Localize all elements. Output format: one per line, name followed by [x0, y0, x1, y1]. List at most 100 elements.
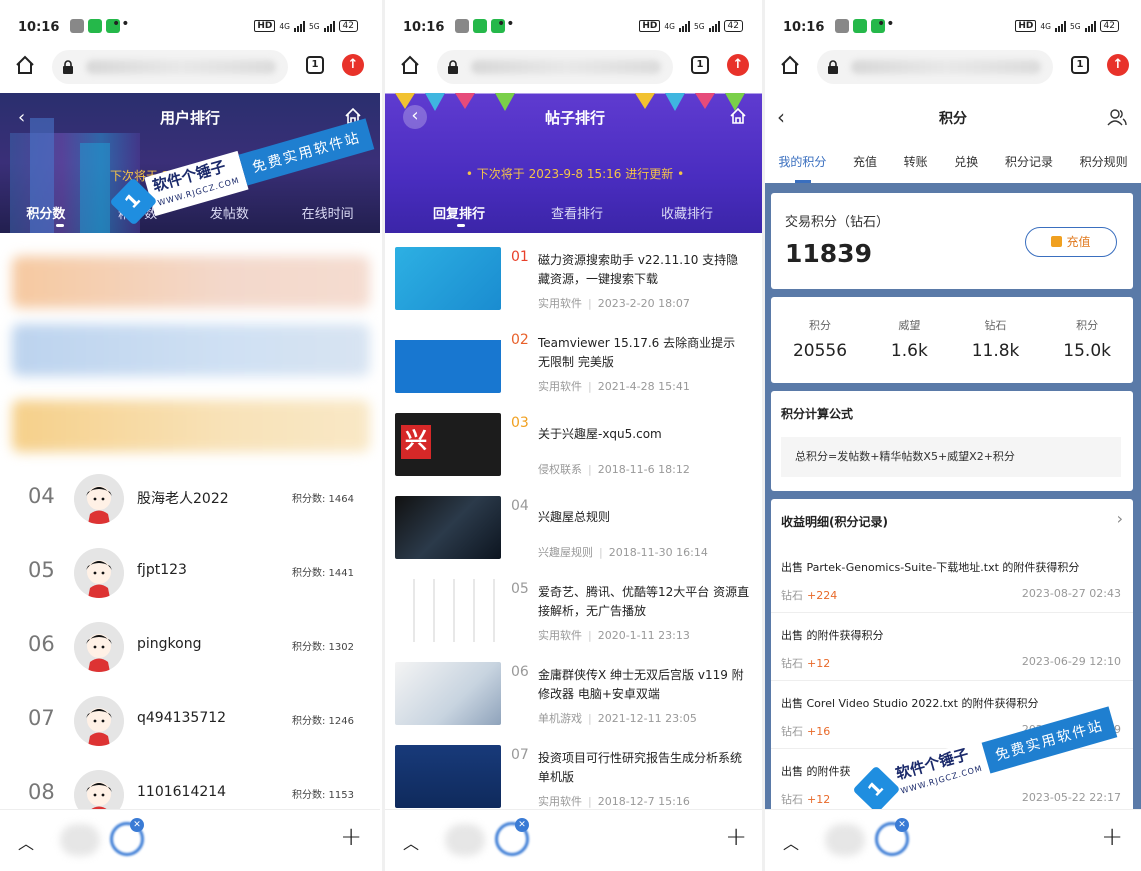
- tab-count-button[interactable]: 1: [691, 56, 709, 74]
- post-thumbnail: [395, 579, 501, 642]
- chevron-up-icon[interactable]: ︿: [783, 830, 799, 854]
- close-badge-icon[interactable]: ✕: [130, 818, 144, 832]
- income-row[interactable]: 出售 Partek-Genomics-Suite-下载地址.txt 的附件获得积…: [771, 545, 1133, 613]
- stat-label: 威望: [898, 319, 921, 332]
- income-delta: 钻石 +12: [781, 655, 830, 671]
- close-badge-icon[interactable]: ✕: [895, 818, 909, 832]
- post-category: 实用软件: [538, 297, 582, 310]
- address-bar[interactable]: [52, 50, 288, 84]
- blurred-icon: [60, 824, 100, 856]
- post-rank: 02: [511, 332, 529, 348]
- home-icon[interactable]: [779, 54, 801, 76]
- rank-number: 04: [28, 484, 55, 508]
- ranking-row[interactable]: 05 fjpt123 积分数: 1441: [0, 538, 380, 612]
- users-icon[interactable]: [1107, 107, 1127, 127]
- 4g-label: 4G: [664, 21, 675, 31]
- new-tab-icon[interactable]: +: [340, 822, 362, 852]
- post-row[interactable]: 05 爱奇艺、腾讯、优酷等12大平台 资源直接解析，无广告播放 实用软件 | 202…: [385, 579, 765, 662]
- post-meta: 实用软件 | 2020-1-11 23:13: [538, 629, 690, 642]
- user-name: 股海老人2022: [137, 491, 229, 507]
- ranking-row[interactable]: 07 q494135712 积分数: 1246: [0, 686, 380, 760]
- new-tab-icon[interactable]: +: [725, 822, 747, 852]
- post-rank: 03: [511, 415, 529, 431]
- screenshot-collage: 10:16 •• HD 4G 5G 42 1 ↑ ‹ 用户排行 下次将于 积分数…: [0, 0, 1141, 871]
- blurred-icon: [825, 824, 865, 856]
- post-row[interactable]: 04 兴趣屋总规则 兴趣屋规则 | 2018-11-30 16:14: [385, 496, 765, 579]
- chevron-up-icon[interactable]: ︿: [18, 830, 34, 854]
- blurred-url: [86, 60, 276, 74]
- update-icon[interactable]: ↑: [727, 54, 749, 76]
- battery-icon: 42: [338, 20, 358, 32]
- 4g-label: 4G: [1040, 21, 1051, 31]
- post-title: 关于兴趣屋-xqu5.com: [538, 427, 662, 441]
- tab-online-time[interactable]: 在线时间: [302, 203, 354, 222]
- stat-item: 积分 20556: [793, 317, 847, 361]
- close-badge-icon[interactable]: ✕: [515, 818, 529, 832]
- more-notifications: ••: [497, 16, 516, 32]
- post-date: 2021-4-28 15:41: [597, 380, 690, 393]
- chevron-right-icon[interactable]: ›: [1117, 509, 1123, 528]
- tab-count-button[interactable]: 1: [306, 56, 324, 74]
- post-row[interactable]: 06 金庸群侠传X 绅士无双后宫版 v119 附修改器 电脑+安卓双端 单机游戏…: [385, 662, 765, 745]
- recharge-button[interactable]: 充值: [1025, 227, 1117, 257]
- post-row[interactable]: 02 Teamviewer 15.17.6 去除商业提示 无限制 完美版 实用软…: [385, 330, 765, 413]
- income-row[interactable]: 出售 的附件获得积分 钻石 +12 2023-06-29 12:10: [771, 613, 1133, 681]
- tab-exchange[interactable]: 兑换: [954, 153, 978, 170]
- tab-favorites[interactable]: 收藏排行: [661, 203, 713, 222]
- points-tabs: 我的积分 充值 转账 兑换 积分记录 积分规则: [765, 153, 1141, 183]
- home-icon[interactable]: [14, 54, 36, 76]
- post-thumbnail: [395, 662, 501, 725]
- app-notification-icon: [455, 19, 469, 33]
- blurred-url: [851, 60, 1041, 74]
- post-meta: 实用软件 | 2021-4-28 15:41: [538, 380, 690, 393]
- signal-icon: [293, 20, 305, 32]
- post-date: 2018-12-7 15:16: [597, 795, 690, 808]
- tab-views[interactable]: 查看排行: [551, 203, 603, 222]
- tab-points[interactable]: 积分数: [26, 203, 65, 222]
- page-title: 积分: [939, 111, 967, 127]
- ranking-row[interactable]: 04 股海老人2022 积分数: 1464: [0, 464, 380, 538]
- points-stats: 积分 20556 威望 1.6k 钻石 11.8k 积分 15.0k: [771, 317, 1133, 361]
- home-icon[interactable]: [729, 107, 747, 125]
- address-bar[interactable]: [817, 50, 1053, 84]
- post-title: 金庸群侠传X 绅士无双后宫版 v119 附修改器 电脑+安卓双端: [538, 668, 744, 701]
- income-title: 出售 的附件获: [781, 765, 851, 778]
- post-row[interactable]: 兴 03 关于兴趣屋-xqu5.com 侵权联系 | 2018-11-6 18:12: [385, 413, 765, 496]
- stat-value: 11.8k: [971, 341, 1020, 361]
- tab-count-button[interactable]: 1: [1071, 56, 1089, 74]
- post-row[interactable]: 01 磁力资源搜索助手 v22.11.10 支持隐藏资源，一键搜索下载 实用软件…: [385, 247, 765, 330]
- wechat-icon: [473, 19, 487, 33]
- tab-points-log[interactable]: 积分记录: [1005, 153, 1053, 170]
- tab-points-rules[interactable]: 积分规则: [1080, 153, 1128, 170]
- post-date: 2023-2-20 18:07: [597, 297, 690, 310]
- ranking-row[interactable]: 06 pingkong 积分数: 1302: [0, 612, 380, 686]
- income-title: 收益明细(积分记录): [781, 515, 888, 529]
- post-date: 2020-1-11 23:13: [597, 629, 690, 642]
- tab-recharge[interactable]: 充值: [853, 153, 877, 170]
- tab-replies[interactable]: 回复排行: [433, 203, 485, 222]
- tab-my-points[interactable]: 我的积分: [778, 153, 826, 170]
- home-icon[interactable]: [399, 54, 421, 76]
- 5g-label: 5G: [308, 21, 320, 31]
- address-bar[interactable]: [437, 50, 673, 84]
- tab-posts[interactable]: 发帖数: [210, 203, 249, 222]
- trade-points-card: 交易积分（钻石） 11839 充值: [771, 193, 1133, 289]
- app-notification-icon: [70, 19, 84, 33]
- blurred-rank-2: [12, 324, 370, 376]
- browser-bottom-bar: ︿ ✕ +: [0, 809, 380, 871]
- new-tab-icon[interactable]: +: [1101, 822, 1123, 852]
- user-score: 积分数: 1246: [292, 716, 354, 727]
- post-meta: 实用软件 | 2018-12-7 15:16: [538, 795, 690, 808]
- update-notice: • 下次将于 2023-9-8 15:16 进行更新 •: [465, 167, 685, 181]
- 4g-label: 4G: [279, 21, 290, 31]
- ranking-header: ‹ 帖子排行 • 下次将于 2023-9-8 15:16 进行更新 • 回复排行…: [385, 93, 765, 233]
- points-stats-card: 积分 20556 威望 1.6k 钻石 11.8k 积分 15.0k: [771, 297, 1133, 383]
- post-rank: 07: [511, 747, 529, 763]
- lock-icon: [63, 60, 73, 74]
- income-amount: +12: [807, 657, 831, 670]
- post-meta: 侵权联系 | 2018-11-6 18:12: [538, 463, 690, 476]
- update-icon[interactable]: ↑: [1107, 54, 1129, 76]
- update-icon[interactable]: ↑: [342, 54, 364, 76]
- tab-transfer[interactable]: 转账: [904, 153, 928, 170]
- chevron-up-icon[interactable]: ︿: [403, 830, 419, 854]
